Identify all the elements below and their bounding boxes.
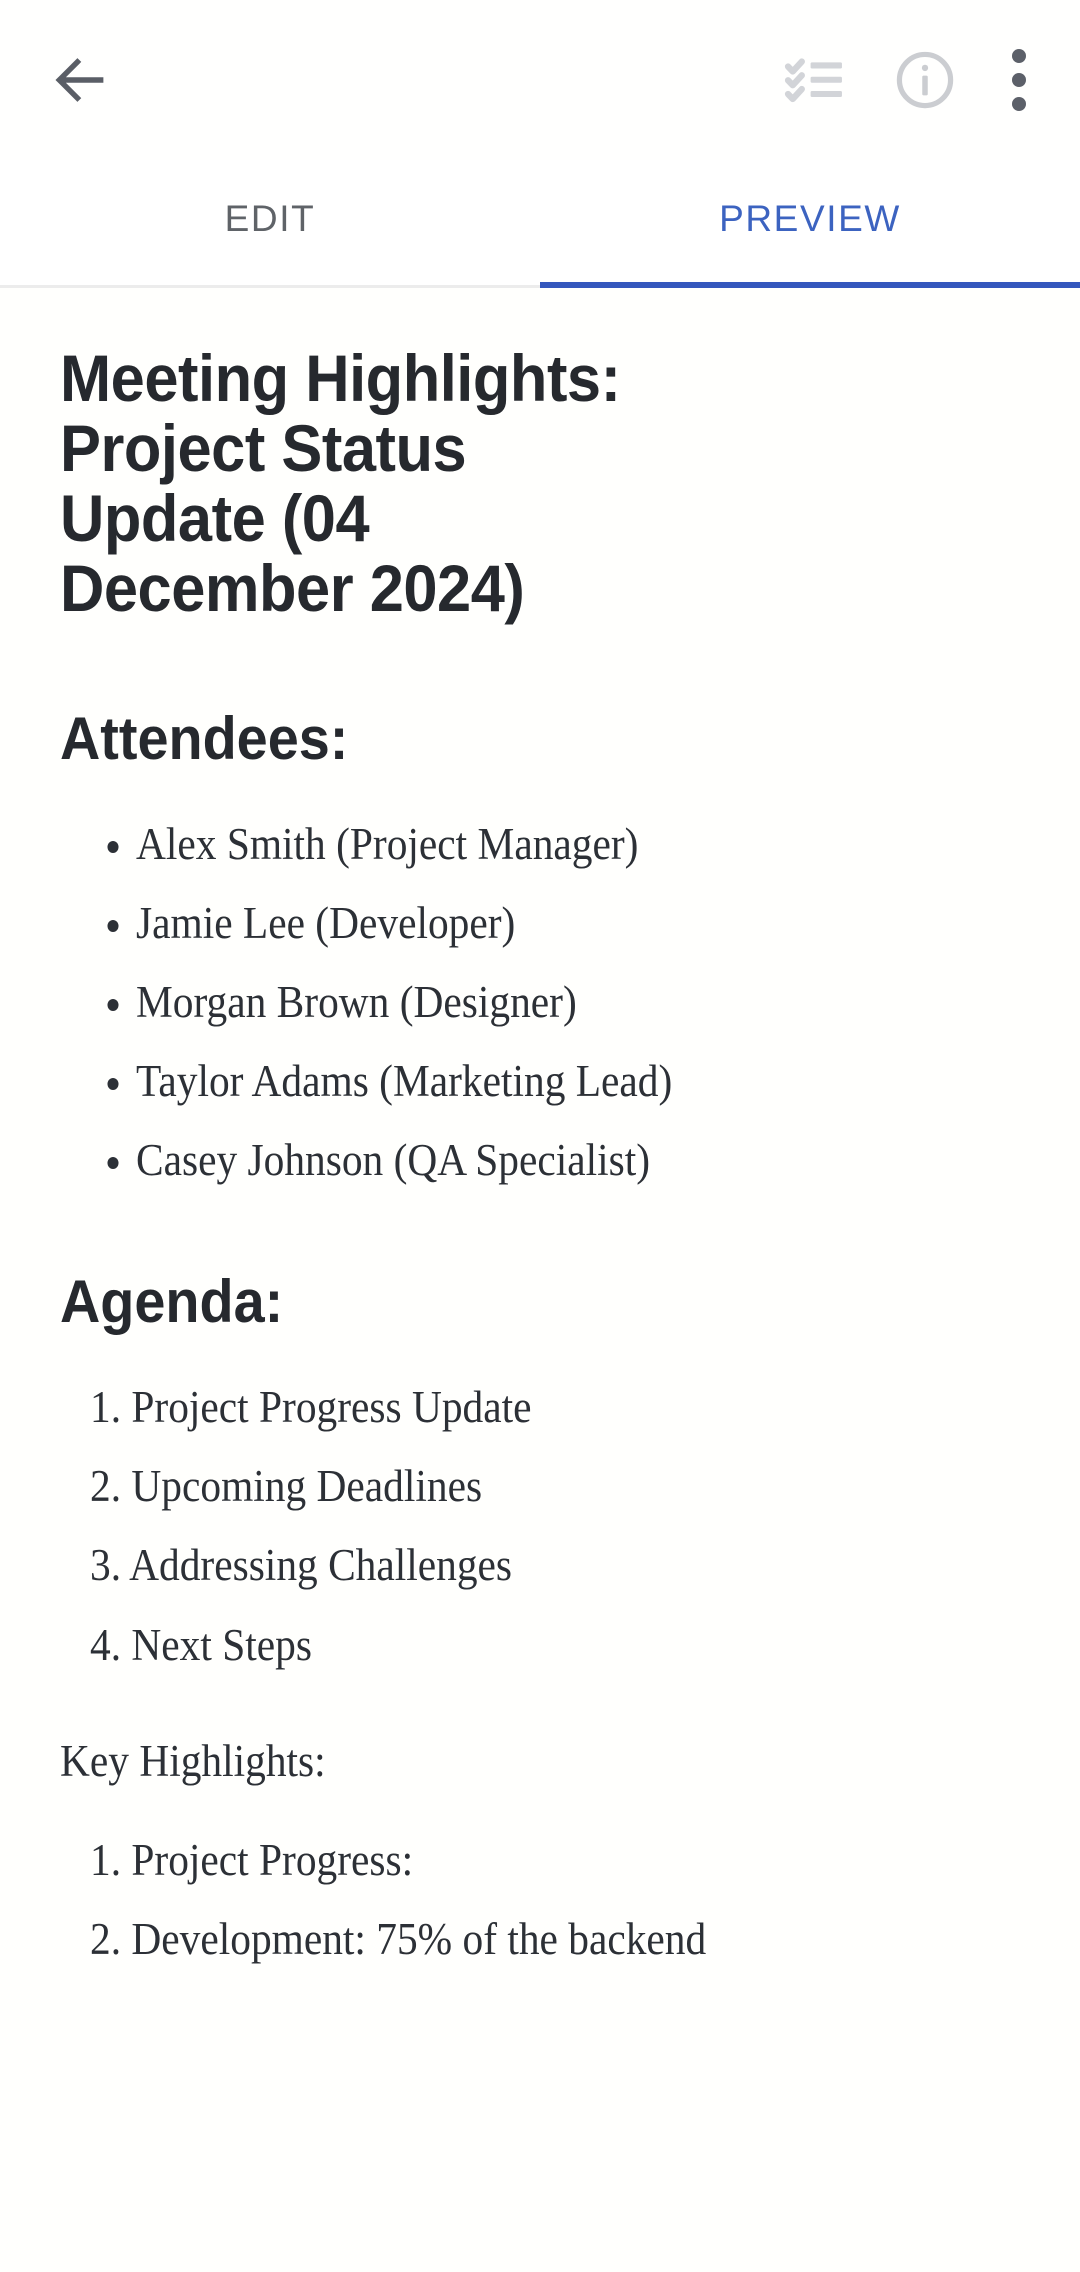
app-bar xyxy=(0,0,1080,160)
key-highlights-list: Project Progress: Development: 75% of th… xyxy=(60,1834,1020,1966)
list-item: Addressing Challenges xyxy=(129,1540,513,1591)
list-item: Project Progress: xyxy=(131,1834,414,1885)
list-item: Alex Smith (Project Manager) xyxy=(136,818,949,871)
overflow-menu-button[interactable] xyxy=(980,25,1058,135)
tab-preview[interactable]: PREVIEW xyxy=(540,160,1080,288)
list-item: Development: 75% of the backend xyxy=(131,1913,707,1964)
arrow-left-icon xyxy=(55,58,104,102)
tab-edit-label: EDIT xyxy=(224,198,316,239)
info-circle-icon xyxy=(896,51,954,109)
list-item: Taylor Adams (Marketing Lead) xyxy=(136,1055,949,1108)
key-highlights-label: Key Highlights: xyxy=(60,1735,326,1786)
checklist-button[interactable] xyxy=(760,25,870,135)
list-item: Jamie Lee (Developer) xyxy=(136,897,949,950)
list-item: Project Progress Update xyxy=(131,1382,532,1433)
tab-bar: EDIT PREVIEW xyxy=(0,160,1080,288)
list-item: Morgan Brown (Designer) xyxy=(136,976,949,1029)
more-vertical-icon xyxy=(1012,49,1026,111)
app-bar-actions xyxy=(760,25,1080,135)
list-item: Casey Johnson (QA Specialist) xyxy=(136,1134,949,1187)
tab-edit[interactable]: EDIT xyxy=(0,160,540,288)
info-button[interactable] xyxy=(870,25,980,135)
markdown-preview-screen: EDIT PREVIEW Meeting Highlights: Project… xyxy=(0,0,1080,2272)
list-item: Next Steps xyxy=(131,1619,312,1670)
page-title: Meeting Highlights: Project Status Updat… xyxy=(60,341,621,625)
checklist-icon xyxy=(784,58,842,103)
list-item: Upcoming Deadlines xyxy=(131,1461,483,1512)
attendees-heading: Attendees: xyxy=(60,704,349,772)
back-button-wrap[interactable] xyxy=(0,25,160,135)
agenda-heading: Agenda: xyxy=(60,1268,284,1336)
back-button[interactable] xyxy=(25,25,135,135)
preview-content[interactable]: Meeting Highlights: Project Status Updat… xyxy=(0,288,1080,2272)
attendees-list: Alex Smith (Project Manager) Jamie Lee (… xyxy=(60,818,1020,1187)
agenda-list: Project Progress Update Upcoming Deadlin… xyxy=(60,1381,1020,1671)
tab-preview-label: PREVIEW xyxy=(719,198,901,239)
